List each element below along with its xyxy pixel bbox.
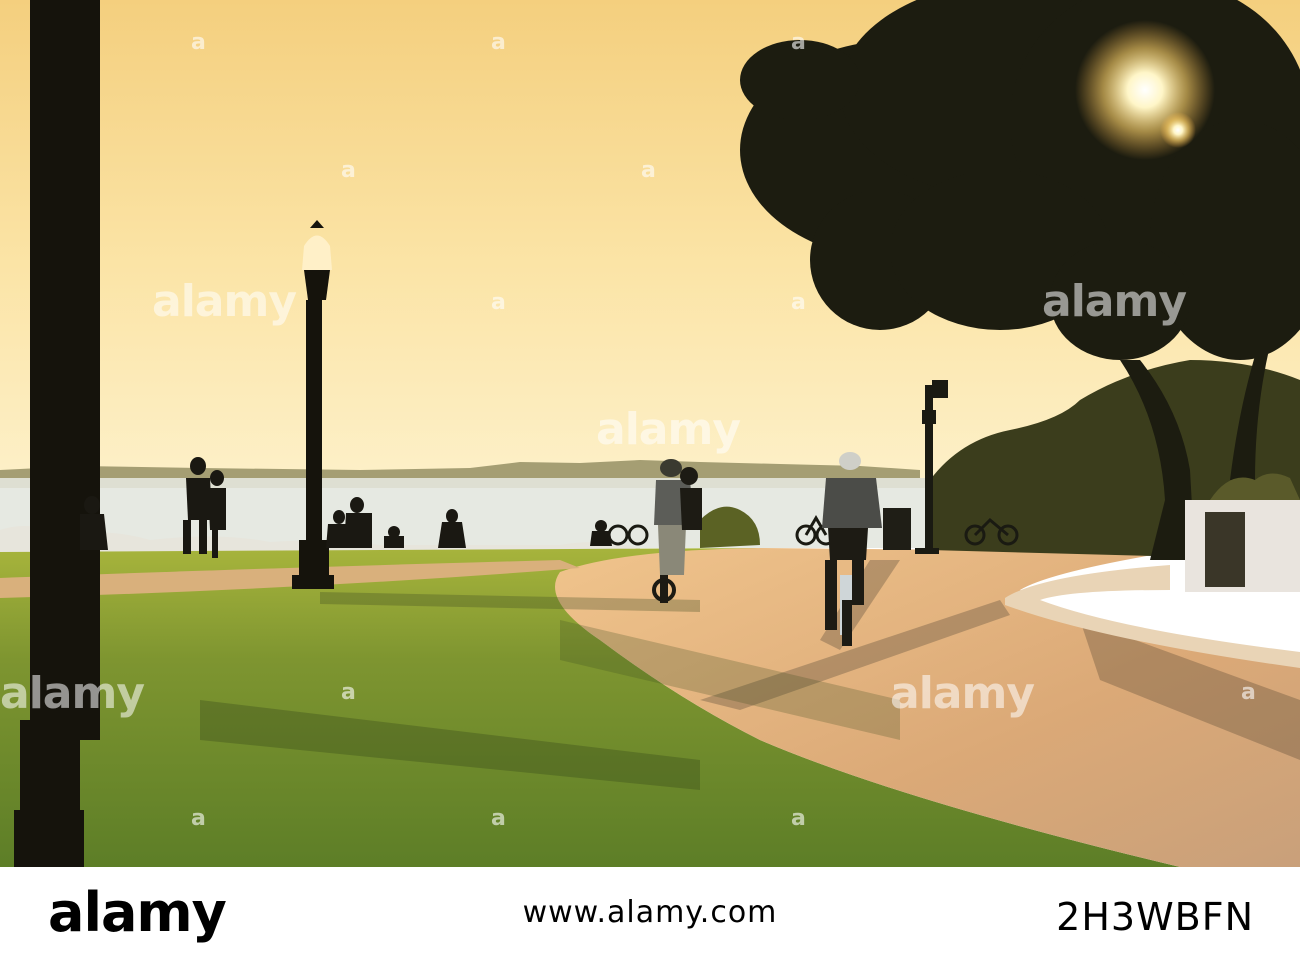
trash-can bbox=[883, 508, 911, 550]
sun-glare bbox=[1075, 20, 1215, 160]
footer-logo: alamy bbox=[48, 881, 227, 944]
image-id: 2H3WBFN bbox=[1056, 895, 1254, 939]
stock-photo: a a a a a alamy alamy a a alamy a a alam… bbox=[0, 0, 1300, 867]
footer-bar: www.alamy.com alamy 2H3WBFN bbox=[0, 867, 1300, 957]
